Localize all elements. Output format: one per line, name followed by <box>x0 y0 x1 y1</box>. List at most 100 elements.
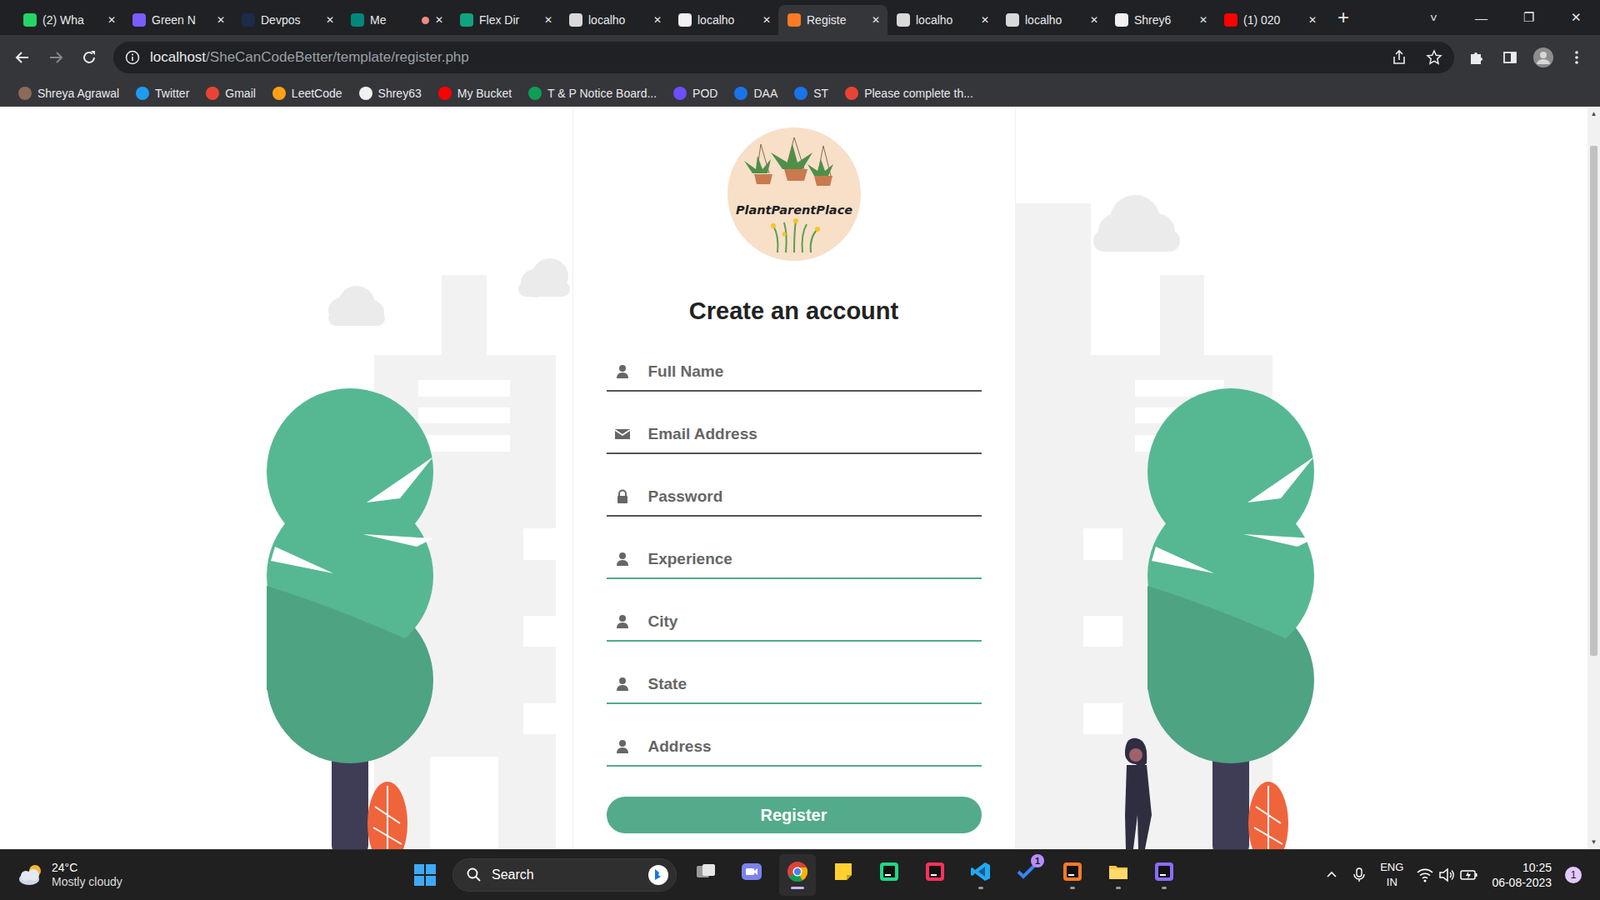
window-control[interactable]: — <box>1457 0 1505 35</box>
bookmark[interactable]: My Bucket <box>431 86 519 100</box>
taskbar-app[interactable] <box>870 854 908 896</box>
scrollbar[interactable]: ▲ ▼ <box>1587 106 1600 850</box>
browser-tab[interactable]: localho ✕ <box>996 5 1106 35</box>
text-input[interactable] <box>648 674 982 695</box>
quick-settings[interactable] <box>1416 867 1479 883</box>
tab-close-button[interactable]: ✕ <box>871 14 880 26</box>
running-indicator <box>1024 886 1030 890</box>
input-language[interactable]: ENG IN <box>1380 860 1404 890</box>
taskbar-app[interactable] <box>916 854 954 896</box>
tab-label: Registe <box>806 13 866 27</box>
window-control[interactable]: ❐ <box>1505 0 1553 35</box>
taskbar-app[interactable] <box>779 854 816 896</box>
text-input[interactable] <box>648 361 982 382</box>
bookmark[interactable]: POD <box>666 86 725 100</box>
browser-tab[interactable]: localho ✕ <box>560 5 670 35</box>
favicon-icon <box>1224 13 1238 27</box>
tab-close-button[interactable]: ✕ <box>762 14 771 26</box>
text-input[interactable] <box>648 486 982 507</box>
bookmark[interactable]: ST <box>787 86 835 100</box>
register-button[interactable]: Register <box>606 796 982 834</box>
taskbar-app[interactable] <box>687 854 725 896</box>
recording-icon <box>421 16 430 25</box>
tab-close-button[interactable]: ✕ <box>980 14 990 26</box>
bookmark-icon <box>845 86 859 100</box>
bookmark-icon <box>673 86 687 100</box>
text-input[interactable] <box>648 611 982 632</box>
bookmark-label: Shreya Agrawal <box>37 86 120 100</box>
profile-button[interactable] <box>1526 40 1560 75</box>
browser-tab[interactable]: (1) 020 ✕ <box>1215 5 1325 35</box>
chevron-up-icon[interactable] <box>1325 868 1339 882</box>
browser-tab[interactable]: Registe ✕ <box>778 5 888 35</box>
toolbar: localhost/SheCanCodeBetter/template/regi… <box>0 35 1600 80</box>
text-input[interactable] <box>648 424 982 445</box>
tab-close-button[interactable]: ✕ <box>1199 14 1208 26</box>
app-icon-wrap <box>1153 860 1175 883</box>
back-button[interactable] <box>5 40 40 75</box>
scroll-down-button[interactable]: ▼ <box>1587 835 1600 850</box>
scroll-thumb[interactable] <box>1590 145 1598 656</box>
url-host: localhost <box>150 49 206 65</box>
bookmark[interactable]: Shreya Agrawal <box>11 86 126 100</box>
scroll-up-button[interactable]: ▲ <box>1587 106 1600 121</box>
taskbar-app[interactable] <box>1100 854 1137 896</box>
browser-tab[interactable]: Flex Dir ✕ <box>450 5 560 35</box>
microphone-icon[interactable] <box>1351 867 1367 883</box>
side-panel-button[interactable] <box>1493 40 1527 75</box>
tab-close-button[interactable]: ✕ <box>1308 14 1317 26</box>
browser-tab[interactable]: (2) Wha ✕ <box>14 5 124 35</box>
star-icon[interactable] <box>1425 49 1443 66</box>
tab-close-button[interactable]: ✕ <box>653 14 662 26</box>
taskbar-app[interactable] <box>733 854 770 896</box>
app-badge: 1 <box>1030 854 1045 868</box>
weather-widget[interactable]: 24°C Mostly cloudy <box>0 860 409 890</box>
tab-close-button[interactable]: ✕ <box>435 14 444 26</box>
start-button[interactable] <box>408 856 442 894</box>
bookmark[interactable]: Please complete th... <box>838 86 980 100</box>
app-tile-icon <box>1153 860 1175 883</box>
new-tab-button[interactable]: + <box>1327 5 1360 30</box>
forward-button[interactable] <box>39 40 73 75</box>
text-input[interactable] <box>648 549 982 570</box>
browser-tab[interactable]: Green N ✕ <box>123 5 233 35</box>
clock[interactable]: 10:25 06-08-2023 <box>1491 860 1552 890</box>
tab-close-button[interactable]: ✕ <box>1090 14 1099 26</box>
bookmark[interactable]: T & P Notice Board... <box>521 86 664 100</box>
app-tile-icon <box>1061 860 1084 883</box>
text-input[interactable] <box>648 736 982 757</box>
reload-button[interactable] <box>72 40 106 75</box>
bookmark[interactable]: Twitter <box>129 86 196 100</box>
bookmark[interactable]: Shrey63 <box>352 86 429 100</box>
weather-text: 24°C Mostly cloudy <box>51 860 123 890</box>
address-bar[interactable]: localhost/SheCanCodeBetter/template/regi… <box>113 41 1455 74</box>
notification-badge[interactable]: 1 <box>1565 866 1582 884</box>
tab-close-button[interactable]: ✕ <box>107 14 116 26</box>
taskbar-app[interactable] <box>825 854 862 896</box>
bookmark[interactable]: Gmail <box>199 86 263 100</box>
tab-close-button[interactable]: ✕ <box>216 14 225 26</box>
browser-tab[interactable]: localho ✕ <box>669 5 779 35</box>
extensions-button[interactable] <box>1460 40 1494 75</box>
menu-button[interactable] <box>1560 40 1594 75</box>
browser-tab[interactable]: Me ✕ <box>341 5 451 35</box>
vscode-icon <box>970 860 992 883</box>
window-control[interactable]: ✕ <box>1552 0 1600 35</box>
taskbar-app[interactable] <box>1054 854 1091 896</box>
share-icon[interactable] <box>1390 49 1408 66</box>
taskbar-app[interactable] <box>962 854 1000 896</box>
tab-close-button[interactable]: ✕ <box>544 14 553 26</box>
bookmark[interactable]: DAA <box>727 86 785 100</box>
running-indicator <box>1070 886 1075 890</box>
tab-search-button[interactable]: ˅ <box>1410 0 1458 35</box>
taskbar-app[interactable] <box>1145 854 1183 896</box>
time: 10:25 <box>1522 860 1552 875</box>
tab-close-button[interactable]: ✕ <box>325 14 335 26</box>
taskbar-app[interactable]: 1 <box>1008 854 1045 896</box>
running-indicator <box>1115 886 1121 890</box>
browser-tab[interactable]: Devpos ✕ <box>232 5 342 35</box>
taskbar-search[interactable]: Search <box>452 858 677 892</box>
bookmark[interactable]: LeetCode <box>265 86 350 100</box>
browser-tab[interactable]: localho ✕ <box>887 5 997 35</box>
browser-tab[interactable]: Shrey6 ✕ <box>1105 5 1215 35</box>
